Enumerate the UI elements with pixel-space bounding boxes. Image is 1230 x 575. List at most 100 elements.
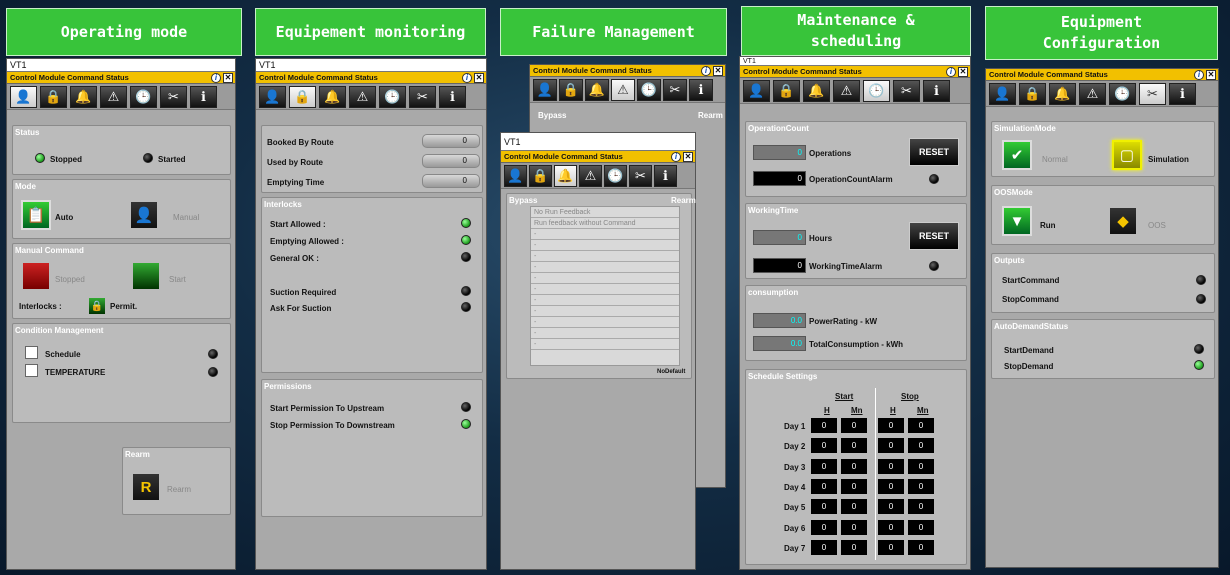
start-minute-input[interactable]: 0 [841, 519, 867, 535]
schedule-checkbox[interactable] [25, 346, 38, 359]
rearm-button[interactable]: R [131, 472, 161, 502]
close-icon[interactable]: ✕ [474, 73, 484, 83]
tab-lock[interactable]: 🔒 [1019, 82, 1046, 105]
tab-clock[interactable]: 🕒 [604, 164, 627, 187]
tab-tools[interactable]: ✂ [629, 164, 652, 187]
auto-mode-button[interactable]: 📋 [21, 200, 51, 230]
tab-info[interactable]: ℹ [923, 79, 950, 102]
list-item[interactable]: - [531, 328, 679, 339]
tab-warning[interactable]: ⚠ [833, 79, 860, 102]
start-minute-input[interactable]: 0 [841, 539, 867, 555]
list-item[interactable]: Run feedback without Command [531, 218, 679, 229]
start-hour-input[interactable]: 0 [811, 499, 837, 515]
stop-minute-input[interactable]: 0 [908, 418, 934, 433]
tab-info[interactable]: ℹ [654, 164, 677, 187]
reset-hours-button[interactable]: RESET [909, 222, 959, 250]
start-hour-input[interactable]: 0 [811, 519, 837, 535]
tab-lock[interactable]: 🔒 [559, 78, 583, 101]
stop-minute-input[interactable]: 0 [908, 478, 934, 494]
stop-hour-input[interactable]: 0 [878, 539, 904, 555]
tab-tools[interactable]: ✂ [160, 85, 187, 108]
tab-lock[interactable]: 🔒 [289, 85, 316, 108]
simulation-mode-button[interactable]: ▢ [1112, 140, 1142, 170]
tab-warning[interactable]: ⚠ [579, 164, 602, 187]
tab-warning[interactable]: ⚠ [100, 85, 127, 108]
tab-clock[interactable]: 🕒 [130, 85, 157, 108]
list-item[interactable]: - [531, 317, 679, 328]
tab-tools[interactable]: ✂ [409, 85, 436, 108]
tab-clock[interactable]: 🕒 [637, 78, 661, 101]
tab-tools[interactable]: ✂ [663, 78, 687, 101]
list-item[interactable]: - [531, 284, 679, 295]
stop-minute-input[interactable]: 0 [908, 539, 934, 555]
tab-info[interactable]: ℹ [190, 85, 217, 108]
start-hour-input[interactable]: 0 [811, 418, 837, 433]
start-minute-input[interactable]: 0 [841, 478, 867, 494]
list-item[interactable]: No Run Feedback [531, 207, 679, 218]
start-minute-input[interactable]: 0 [841, 499, 867, 515]
tab-warning[interactable]: ⚠ [349, 85, 376, 108]
close-icon[interactable]: ✕ [223, 73, 233, 83]
stop-hour-input[interactable]: 0 [878, 478, 904, 494]
tab-operator[interactable]: 👤 [989, 82, 1016, 105]
tab-bell[interactable]: 🔔 [319, 85, 346, 108]
tab-bell[interactable]: 🔔 [554, 164, 577, 187]
stop-minute-input[interactable]: 0 [908, 519, 934, 535]
start-hour-input[interactable]: 0 [811, 458, 837, 474]
info-icon[interactable]: i [211, 73, 221, 83]
tab-operator[interactable]: 👤 [743, 79, 770, 102]
close-icon[interactable]: ✕ [958, 67, 968, 77]
stop-hour-input[interactable]: 0 [878, 418, 904, 433]
info-icon[interactable]: i [1194, 70, 1204, 80]
tab-clock[interactable]: 🕒 [1109, 82, 1136, 105]
close-icon[interactable]: ✕ [683, 152, 693, 162]
start-command-button[interactable] [131, 261, 161, 291]
tab-bell[interactable]: 🔔 [585, 78, 609, 101]
temperature-checkbox[interactable] [25, 364, 38, 377]
info-icon[interactable]: i [462, 73, 472, 83]
tab-warning[interactable]: ⚠ [611, 78, 635, 101]
run-mode-button[interactable]: ▼ [1002, 206, 1032, 236]
list-item[interactable]: - [531, 306, 679, 317]
tab-info[interactable]: ℹ [439, 85, 466, 108]
manual-mode-button[interactable]: 👤 [129, 200, 159, 230]
list-item[interactable]: - [531, 262, 679, 273]
tab-clock[interactable]: 🕒 [863, 79, 890, 102]
list-item[interactable]: - [531, 251, 679, 262]
tab-operator[interactable]: 👤 [504, 164, 527, 187]
info-icon[interactable]: i [946, 67, 956, 77]
tab-info[interactable]: ℹ [1169, 82, 1196, 105]
list-item[interactable]: - [531, 339, 679, 350]
tab-bell[interactable]: 🔔 [1049, 82, 1076, 105]
stop-hour-input[interactable]: 0 [878, 438, 904, 454]
tab-tools[interactable]: ✂ [893, 79, 920, 102]
start-hour-input[interactable]: 0 [811, 478, 837, 494]
oos-mode-button[interactable]: ◆ [1108, 206, 1138, 236]
tab-operator[interactable]: 👤 [533, 78, 557, 101]
list-item[interactable]: - [531, 295, 679, 306]
tab-bell[interactable]: 🔔 [803, 79, 830, 102]
close-icon[interactable]: ✕ [713, 66, 723, 76]
tab-info[interactable]: ℹ [689, 78, 713, 101]
start-minute-input[interactable]: 0 [841, 418, 867, 433]
start-hour-input[interactable]: 0 [811, 438, 837, 454]
start-hour-input[interactable]: 0 [811, 539, 837, 555]
stop-hour-input[interactable]: 0 [878, 499, 904, 515]
list-item[interactable]: - [531, 240, 679, 251]
stop-hour-input[interactable]: 0 [878, 519, 904, 535]
close-icon[interactable]: ✕ [1206, 70, 1216, 80]
tab-operator[interactable]: 👤 [259, 85, 286, 108]
stop-minute-input[interactable]: 0 [908, 438, 934, 454]
info-icon[interactable]: i [701, 66, 711, 76]
tab-bell[interactable]: 🔔 [70, 85, 97, 108]
tab-operator[interactable]: 👤 [10, 85, 37, 108]
start-minute-input[interactable]: 0 [841, 458, 867, 474]
reset-operations-button[interactable]: RESET [909, 138, 959, 166]
tab-lock[interactable]: 🔒 [40, 85, 67, 108]
stop-minute-input[interactable]: 0 [908, 458, 934, 474]
tab-clock[interactable]: 🕒 [379, 85, 406, 108]
tab-lock[interactable]: 🔒 [773, 79, 800, 102]
list-item[interactable]: - [531, 229, 679, 240]
tab-tools[interactable]: ✂ [1139, 82, 1166, 105]
tab-warning[interactable]: ⚠ [1079, 82, 1106, 105]
